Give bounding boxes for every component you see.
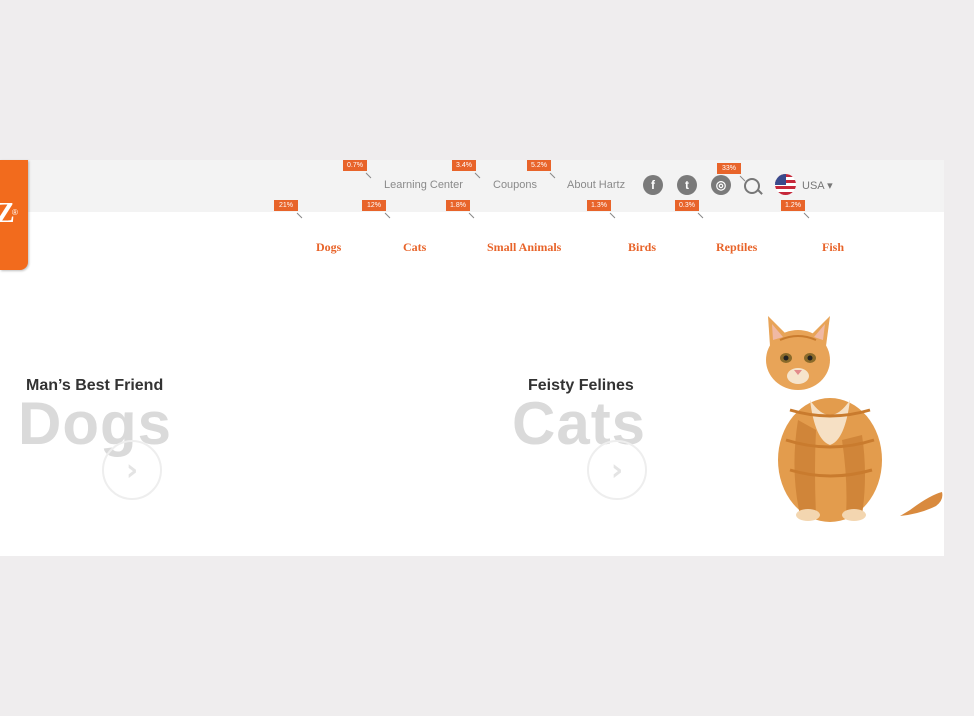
twitter-icon[interactable]: t	[677, 175, 697, 195]
nav-cats[interactable]: Cats	[403, 240, 426, 255]
about-click-badge: 5.2%	[527, 160, 551, 171]
dogs-arrow-button[interactable]: ›	[102, 440, 162, 500]
coupons-click-badge: 3.4%	[452, 160, 476, 171]
fish-click-badge: 1.2%	[781, 200, 805, 211]
nav-birds[interactable]: Birds	[628, 240, 656, 255]
instagram-icon[interactable]: ◎	[711, 175, 731, 195]
country-selector[interactable]: USA ▾	[802, 179, 833, 192]
us-flag-icon[interactable]	[775, 174, 796, 195]
cats-arrow-button[interactable]: ›	[587, 440, 647, 500]
learning-center-link[interactable]: Learning Center	[384, 179, 463, 191]
birds-click-badge: 1.3%	[587, 200, 611, 211]
registered-mark: ®	[12, 208, 18, 217]
reptiles-click-badge: 0.3%	[675, 200, 699, 211]
dogs-click-badge: 21%	[274, 200, 298, 211]
facebook-icon[interactable]: f	[643, 175, 663, 195]
nav-small-animals[interactable]: Small Animals	[487, 240, 561, 255]
search-click-badge: 33%	[717, 163, 741, 174]
learning-center-click-badge: 0.7%	[343, 160, 367, 171]
page: Learning Center Coupons About Hartz f t …	[0, 160, 944, 556]
nav-dogs[interactable]: Dogs	[316, 240, 341, 255]
hartz-logo[interactable]: Z ®	[0, 160, 28, 270]
search-icon[interactable]	[744, 178, 760, 194]
small-animals-click-badge: 1.8%	[446, 200, 470, 211]
cats-click-badge: 12%	[362, 200, 386, 211]
about-hartz-link[interactable]: About Hartz	[567, 179, 625, 191]
cat-photo	[766, 316, 943, 522]
nav-fish[interactable]: Fish	[822, 240, 844, 255]
coupons-link[interactable]: Coupons	[493, 179, 537, 191]
nav-reptiles[interactable]: Reptiles	[716, 240, 757, 255]
